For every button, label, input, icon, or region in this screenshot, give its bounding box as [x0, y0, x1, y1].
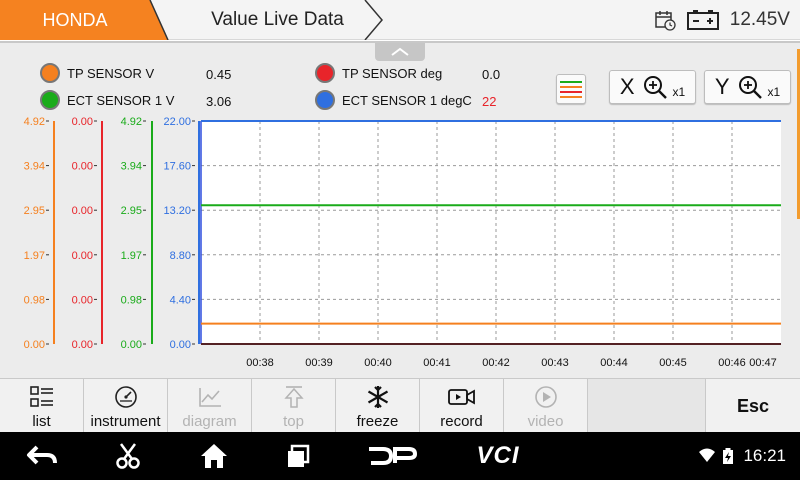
vci-logo: VCI	[476, 442, 520, 469]
dp-logo-text: DP	[365, 445, 367, 446]
freeze-button[interactable]: freeze	[336, 379, 420, 433]
calendar-clock-icon[interactable]	[654, 9, 676, 31]
esc-button[interactable]: Esc	[705, 379, 800, 433]
live-data-chart[interactable]: 00:38 00:39 00:40 00:41 00:42 00:43 00:44 00:45…	[0, 43, 800, 380]
y-tick-label: 4.92	[121, 116, 142, 128]
instrument-label: instrument	[90, 413, 161, 430]
instrument-button[interactable]: instrument	[84, 379, 168, 433]
battery-voltage: 12.45V	[729, 9, 790, 30]
record-button[interactable]: record	[420, 379, 504, 433]
y-tick-label: 3.94	[24, 161, 45, 173]
x-tick-label: 00:41	[423, 357, 451, 369]
brand-tab[interactable]: HONDA	[0, 0, 170, 40]
snowflake-icon	[367, 386, 388, 408]
dp-app-button[interactable]: DP	[362, 432, 422, 480]
y-tick-label: 0.00	[121, 339, 142, 351]
y-tick-label: 8.80	[170, 250, 191, 262]
x-tick-label: 00:40	[364, 357, 392, 369]
top-button[interactable]: top	[252, 379, 336, 433]
y-tick-label: 17.60	[163, 161, 191, 173]
brand-label: HONDA	[42, 10, 108, 30]
x-tick-label: 00:47	[749, 357, 777, 369]
back-button[interactable]	[22, 432, 62, 480]
clock: 16:21	[743, 446, 786, 465]
diagram-icon	[198, 388, 221, 407]
top-bar: HONDA Value Live Data 12.45V	[0, 0, 800, 40]
y-tick-label: 0.98	[24, 294, 45, 306]
y-tick-label: 0.00	[72, 294, 93, 306]
y-tick-label: 1.97	[121, 250, 142, 262]
dp-logo-icon: DP	[365, 445, 418, 465]
camera-icon	[447, 389, 475, 405]
y-tick-label: 0.00	[72, 250, 93, 262]
vci-app-button[interactable]: VCI	[468, 432, 528, 480]
diagram-label: diagram	[182, 413, 237, 430]
battery-icon	[686, 10, 719, 30]
title-tab: Value Live Data	[160, 0, 390, 40]
y-tick-label: 0.98	[121, 294, 142, 306]
y-tick-label: 0.00	[170, 339, 191, 351]
x-tick-label: 00:39	[305, 357, 333, 369]
live-data-panel: TP SENSOR V 0.45 ECT SENSOR 1 V 3.06 TP …	[0, 41, 800, 378]
home-button[interactable]	[196, 432, 232, 480]
list-button[interactable]: list	[0, 379, 84, 433]
x-tick-label: 00:38	[246, 357, 274, 369]
diagram-button[interactable]: diagram	[168, 379, 252, 433]
y-tick-label: 0.00	[72, 116, 93, 128]
freeze-label: freeze	[356, 413, 399, 430]
y-tick-label: 0.00	[72, 205, 93, 217]
x-tick-label: 00:45	[659, 357, 687, 369]
status-area: 12.45V	[654, 0, 790, 40]
list-icon	[29, 386, 53, 407]
record-label: record	[440, 413, 483, 430]
y-tick-label: 3.94	[121, 161, 142, 173]
scissors-icon	[116, 443, 140, 469]
y-tick-label: 0.00	[72, 339, 93, 351]
y-tick-label: 13.20	[163, 205, 191, 217]
y-tick-label: 0.00	[24, 339, 45, 351]
video-button[interactable]: video	[504, 379, 588, 433]
y-tick-label: 4.40	[170, 294, 191, 306]
recent-apps-button[interactable]	[282, 432, 314, 480]
system-nav-bar: DP VCI 16:21	[0, 432, 800, 480]
recent-apps-icon	[288, 444, 310, 467]
back-arrow-icon	[27, 445, 57, 465]
scissors-button[interactable]	[110, 432, 146, 480]
arrow-up-icon	[283, 386, 304, 408]
battery-charging-icon	[723, 448, 733, 464]
play-icon	[534, 386, 557, 408]
x-tick-label: 00:46	[718, 357, 746, 369]
gauge-icon	[114, 386, 137, 408]
y-tick-label: 22.00	[163, 116, 191, 128]
status-icons	[696, 432, 736, 480]
x-tick-label: 00:43	[541, 357, 569, 369]
y-tick-label: 1.97	[24, 250, 45, 262]
y-tick-label: 2.95	[121, 205, 142, 217]
bottom-toolbar: list instrument diagram top freeze recor…	[0, 378, 800, 433]
video-label: video	[527, 413, 564, 430]
x-tick-label: 00:44	[600, 357, 628, 369]
list-label: list	[32, 413, 51, 430]
page-title: Value Live Data	[211, 9, 344, 30]
home-icon	[201, 444, 227, 468]
y-tick-label: 4.92	[24, 116, 45, 128]
y-tick-label: 0.00	[72, 161, 93, 173]
wifi-icon	[699, 448, 715, 462]
top-label: top	[283, 413, 304, 430]
y-tick-label: 2.95	[24, 205, 45, 217]
plot-area	[201, 121, 781, 344]
x-tick-label: 00:42	[482, 357, 510, 369]
